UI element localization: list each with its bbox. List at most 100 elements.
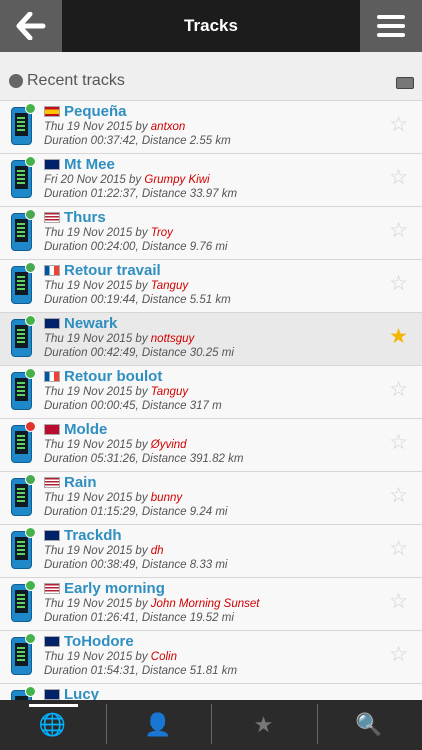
- track-row[interactable]: Retour boulot Thu 19 Nov 2015 by Tanguy Du…: [0, 365, 422, 418]
- track-date: Fri 20 Nov 2015: [44, 174, 126, 186]
- track-distance: 9.76 mi: [189, 241, 228, 253]
- track-name[interactable]: Pequeña: [64, 103, 127, 120]
- track-name[interactable]: Newark: [64, 315, 117, 332]
- back-button[interactable]: [0, 0, 62, 52]
- track-author[interactable]: John Morning Sunset: [151, 598, 260, 610]
- track-author[interactable]: Colin: [151, 651, 177, 663]
- favorite-star-icon[interactable]: ☆: [389, 167, 408, 188]
- track-distance: 33.97 km: [189, 188, 238, 200]
- phone-screen: [15, 166, 28, 189]
- track-name[interactable]: Lucy: [64, 686, 99, 700]
- duration-label: Duration: [44, 612, 91, 624]
- track-author[interactable]: bunny: [151, 492, 182, 504]
- favorite-star-icon[interactable]: ☆: [389, 432, 408, 453]
- track-row[interactable]: Lucy: [0, 683, 422, 700]
- track-row[interactable]: Pequeña Thu 19 Nov 2015 by antxon Duration…: [0, 100, 422, 153]
- phone-screen: [15, 431, 28, 454]
- phone-screen: [15, 325, 28, 348]
- duration-label: Duration: [44, 188, 91, 200]
- flag-gb-icon: [44, 636, 60, 647]
- favorite-star-icon[interactable]: ☆: [389, 220, 408, 241]
- track-author[interactable]: antxon: [151, 121, 186, 133]
- flag-gb-icon: [44, 530, 60, 541]
- track-row[interactable]: Newark Thu 19 Nov 2015 by nottsguy Duratio…: [0, 312, 422, 365]
- track-distance: 30.25 mi: [189, 347, 234, 359]
- track-author[interactable]: Tanguy: [151, 280, 188, 292]
- track-name[interactable]: Trackdh: [64, 527, 122, 544]
- distance-label: , Distance: [135, 453, 190, 465]
- tab-profile[interactable]: 👤: [106, 700, 211, 750]
- track-stats: Duration 01:26:41, Distance 19.52 mi: [44, 612, 234, 624]
- track-row[interactable]: Mt Mee Fri 20 Nov 2015 by Grumpy Kiwi Dura…: [0, 153, 422, 206]
- favorite-star-icon[interactable]: ☆: [389, 273, 408, 294]
- track-date: Thu 19 Nov 2015: [44, 492, 133, 504]
- track-author[interactable]: dh: [151, 545, 164, 557]
- status-ok-icon: [25, 368, 36, 379]
- by-label: by: [132, 439, 151, 451]
- distance-label: , Distance: [135, 506, 190, 518]
- view-toggle-button[interactable]: [396, 77, 414, 89]
- by-label: by: [132, 386, 151, 398]
- track-duration: 00:19:44: [90, 294, 136, 306]
- track-date-author: Thu 19 Nov 2015 by antxon: [44, 121, 185, 133]
- globe-icon: 🌐: [38, 712, 67, 737]
- track-name[interactable]: Rain: [64, 474, 97, 491]
- track-author[interactable]: Øyvind: [151, 439, 187, 451]
- track-date-author: Thu 19 Nov 2015 by Øyvind: [44, 439, 187, 451]
- track-row[interactable]: Thurs Thu 19 Nov 2015 by Troy Duration 00:…: [0, 206, 422, 259]
- by-label: by: [132, 651, 151, 663]
- tab-search[interactable]: 🔍: [317, 700, 422, 750]
- track-row[interactable]: Early morning Thu 19 Nov 2015 by John Mor…: [0, 577, 422, 630]
- distance-label: , Distance: [135, 188, 190, 200]
- track-author[interactable]: nottsguy: [151, 333, 194, 345]
- tab-globe[interactable]: 🌐: [0, 700, 105, 750]
- favorite-star-icon[interactable]: ☆: [389, 591, 408, 612]
- tab-separator: [105, 704, 107, 744]
- track-date-author: Thu 19 Nov 2015 by Tanguy: [44, 386, 188, 398]
- by-label: by: [132, 227, 151, 239]
- distance-label: , Distance: [135, 241, 190, 253]
- track-date: Thu 19 Nov 2015: [44, 598, 133, 610]
- track-author[interactable]: Grumpy Kiwi: [144, 174, 209, 186]
- favorite-star-icon[interactable]: ☆: [389, 644, 408, 665]
- flag-fr-icon: [44, 371, 60, 382]
- status-ok-icon: [25, 103, 36, 114]
- section-title: Recent tracks: [27, 72, 125, 89]
- track-author[interactable]: Tanguy: [151, 386, 188, 398]
- track-name[interactable]: Early morning: [64, 580, 165, 597]
- track-name[interactable]: Mt Mee: [64, 156, 115, 173]
- back-arrow-icon: [16, 12, 46, 40]
- track-distance: 5.51 km: [189, 294, 231, 306]
- favorite-star-icon[interactable]: ☆: [389, 379, 408, 400]
- track-name[interactable]: Retour boulot: [64, 368, 162, 385]
- tab-separator: [211, 704, 212, 744]
- menu-button[interactable]: [360, 0, 422, 52]
- favorite-star-icon[interactable]: ☆: [389, 485, 408, 506]
- favorite-star-icon[interactable]: ☆: [389, 538, 408, 559]
- track-row[interactable]: Rain Thu 19 Nov 2015 by bunny Duration 01:…: [0, 471, 422, 524]
- track-name[interactable]: Molde: [64, 421, 107, 438]
- track-date-author: Thu 19 Nov 2015 by bunny: [44, 492, 182, 504]
- phone-screen: [15, 643, 28, 666]
- favorite-star-icon[interactable]: ☆: [389, 114, 408, 135]
- track-duration: 01:22:37: [90, 188, 136, 200]
- track-stats: Duration 00:24:00, Distance 9.76 mi: [44, 241, 227, 253]
- flag-fr-icon: [44, 265, 60, 276]
- track-duration: 05:31:26: [90, 453, 136, 465]
- tab-favorites[interactable]: ★: [211, 700, 316, 750]
- track-row[interactable]: Molde Thu 19 Nov 2015 by Øyvind Duration 0…: [0, 418, 422, 471]
- duration-label: Duration: [44, 400, 91, 412]
- distance-label: , Distance: [135, 612, 190, 624]
- track-row[interactable]: Trackdh Thu 19 Nov 2015 by dh Duration 00:…: [0, 524, 422, 577]
- track-name[interactable]: Retour travail: [64, 262, 161, 279]
- favorite-star-icon[interactable]: ★: [389, 326, 408, 347]
- track-stats: Duration 01:15:29, Distance 9.24 mi: [44, 506, 227, 518]
- track-author[interactable]: Troy: [151, 227, 173, 239]
- track-name[interactable]: ToHodore: [64, 633, 134, 650]
- track-row[interactable]: ToHodore Thu 19 Nov 2015 by Colin Duration…: [0, 630, 422, 683]
- track-name[interactable]: Thurs: [64, 209, 106, 226]
- track-row[interactable]: Retour travail Thu 19 Nov 2015 by Tanguy D…: [0, 259, 422, 312]
- flag-gb-icon: [44, 318, 60, 329]
- track-stats: Duration 00:37:42, Distance 2.55 km: [44, 135, 231, 147]
- track-duration: 00:00:45: [90, 400, 136, 412]
